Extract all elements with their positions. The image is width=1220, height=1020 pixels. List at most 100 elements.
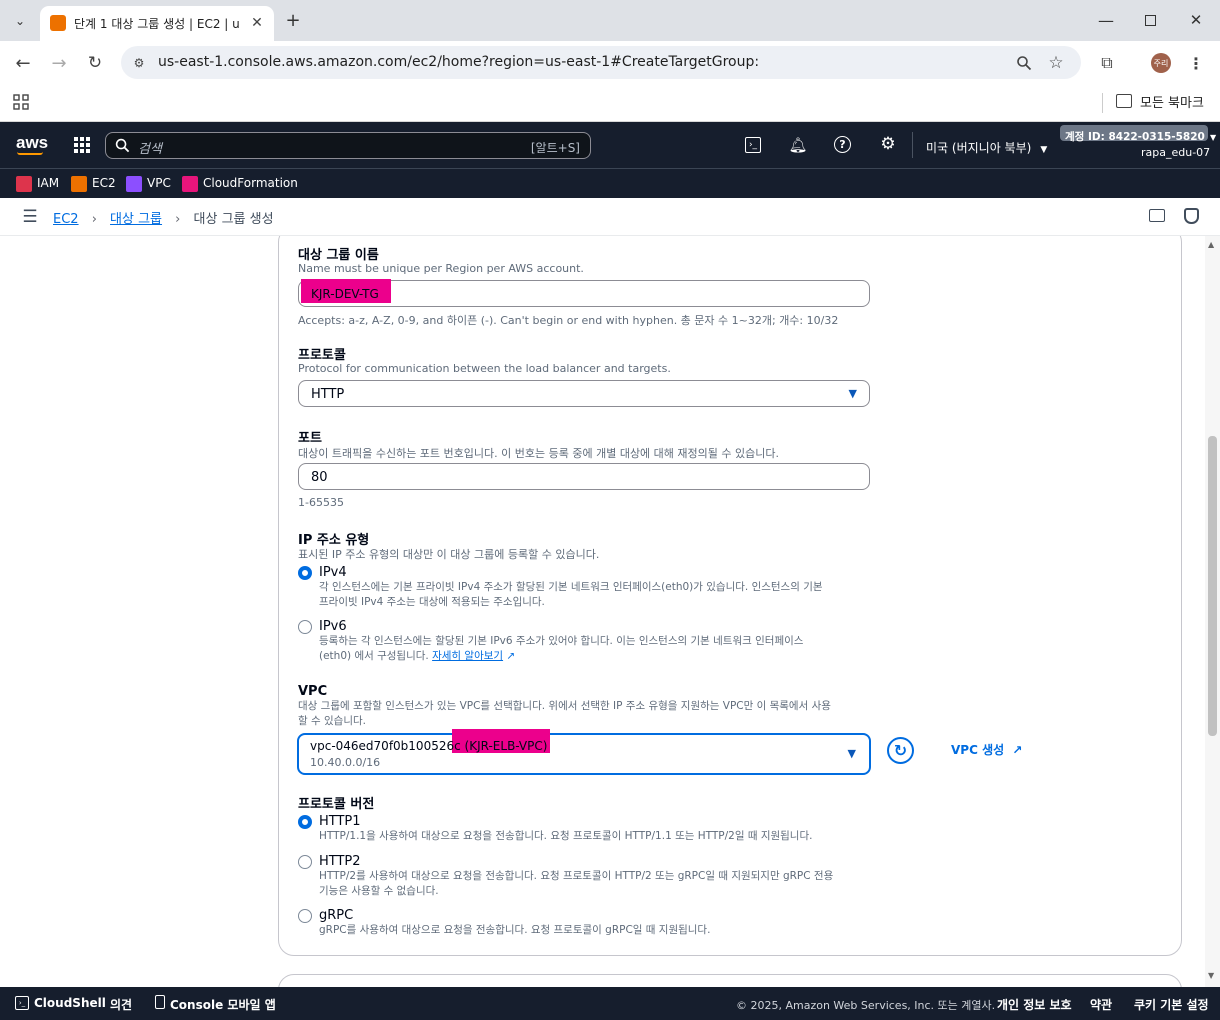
ipv4-desc-line1: 각 인스턴스에는 기본 프라이빗 IPv4 주소가 할당된 기본 네트워크 인터… bbox=[319, 581, 823, 593]
account-user[interactable]: rapa_edu-07 bbox=[1141, 146, 1210, 159]
vpc-desc-line1: 대상 그룹에 포함할 인스턴스가 있는 VPC를 선택합니다. 위에서 선택한 … bbox=[298, 700, 831, 712]
ipv6-label[interactable]: IPv6 bbox=[319, 619, 347, 634]
protocol-value: HTTP bbox=[311, 387, 345, 402]
search-placeholder: 검색 bbox=[138, 142, 162, 157]
region-caret-icon: ▼ bbox=[1040, 145, 1048, 155]
fav-iam[interactable]: IAM bbox=[37, 176, 59, 190]
grpc-label[interactable]: gRPC bbox=[319, 908, 353, 923]
search-shortcut: [알트+S] bbox=[530, 141, 580, 155]
breadcrumb-chevron-icon: › bbox=[175, 212, 181, 227]
mobile-app-icon bbox=[155, 995, 165, 1009]
port-hint: 1-65535 bbox=[298, 496, 344, 509]
target-group-name-input[interactable]: KJR-DEV-TG bbox=[298, 279, 870, 307]
close-tab-icon[interactable]: ✕ bbox=[248, 14, 266, 32]
bookmark-star-icon[interactable]: ☆ bbox=[1045, 52, 1067, 74]
aws-search-input[interactable]: 검색 [알트+S] bbox=[105, 132, 591, 159]
apps-grid-icon[interactable] bbox=[13, 94, 29, 110]
main-content: 대상 그룹 이름 Name must be unique per Region … bbox=[0, 236, 1220, 988]
footer-mobile-app[interactable]: Console 모바일 앱 bbox=[170, 996, 276, 1013]
reload-icon[interactable]: ↻ bbox=[84, 52, 106, 74]
http2-radio[interactable] bbox=[298, 855, 312, 869]
target-group-name-value: KJR-DEV-TG bbox=[311, 287, 379, 301]
help-icon[interactable]: ? bbox=[834, 136, 851, 153]
external-link-icon: ↗ bbox=[506, 650, 516, 662]
aws-logo[interactable]: aws bbox=[16, 133, 48, 153]
protocol-select[interactable]: HTTP ▼ bbox=[298, 380, 870, 407]
target-group-name-label: 대상 그룹 이름 bbox=[298, 248, 379, 263]
protocol-desc: Protocol for communication between the l… bbox=[298, 362, 671, 375]
ipv4-desc: 각 인스턴스에는 기본 프라이빗 IPv4 주소가 할당된 기본 네트워크 인터… bbox=[319, 580, 879, 610]
footer-cloudshell[interactable]: CloudShell bbox=[34, 996, 106, 1010]
back-icon[interactable]: ← bbox=[12, 52, 34, 74]
protocol-label: 프로토콜 bbox=[298, 348, 346, 363]
account-id-badge[interactable]: 계정 ID: 8422-0315-5820 ▼ bbox=[1060, 125, 1216, 143]
all-bookmarks-label[interactable]: 모든 북마크 bbox=[1140, 92, 1204, 111]
ipv6-radio[interactable] bbox=[298, 620, 312, 634]
feedback-panel-icon[interactable] bbox=[1149, 209, 1165, 222]
header-divider bbox=[912, 132, 913, 158]
search-icon bbox=[115, 138, 131, 154]
vpc-cidr: 10.40.0.0/16 bbox=[310, 756, 381, 769]
zoom-icon[interactable] bbox=[1013, 52, 1035, 74]
scroll-down-icon[interactable]: ▼ bbox=[1208, 971, 1214, 980]
http2-desc: HTTP/2를 사용하여 대상으로 요청을 전송합니다. 요청 프로토콜이 HT… bbox=[319, 869, 879, 899]
footer-cookies[interactable]: 쿠키 기본 설정 bbox=[1134, 996, 1209, 1013]
aws-logo-smile-icon bbox=[17, 152, 43, 155]
scrollbar-thumb[interactable] bbox=[1208, 436, 1217, 736]
services-menu-icon[interactable] bbox=[74, 137, 90, 153]
vpc-service-icon bbox=[126, 176, 142, 192]
minimize-icon[interactable]: — bbox=[1095, 9, 1117, 31]
notifications-bell-icon[interactable]: 🔔︎ bbox=[788, 135, 808, 155]
region-label: 미국 (버지니아 북부) bbox=[926, 141, 1032, 155]
forward-icon[interactable]: → bbox=[48, 52, 70, 74]
footer-terms[interactable]: 약관 bbox=[1090, 996, 1112, 1013]
caret-down-icon: ▼ bbox=[848, 387, 857, 400]
http1-label[interactable]: HTTP1 bbox=[319, 814, 361, 829]
learn-more-link[interactable]: 자세히 알아보기 bbox=[432, 650, 503, 662]
settings-gear-icon[interactable]: ⚙ bbox=[878, 134, 898, 154]
window-close-icon[interactable]: ✕ bbox=[1185, 9, 1207, 31]
fav-ec2[interactable]: EC2 bbox=[92, 176, 116, 190]
breadcrumb-target-groups[interactable]: 대상 그룹 bbox=[110, 212, 162, 227]
http1-radio[interactable] bbox=[298, 815, 312, 829]
extensions-icon[interactable]: ⧉ bbox=[1096, 52, 1118, 74]
footer-privacy[interactable]: 개인 정보 보호 bbox=[997, 996, 1072, 1013]
vpc-select[interactable]: vpc-046ed70f0b100526c (KJR-ELB-VPC) 10.4… bbox=[297, 729, 871, 775]
refresh-icon[interactable]: ↻ bbox=[887, 737, 914, 764]
footer-copyright: © 2025, Amazon Web Services, Inc. 또는 계열사… bbox=[736, 999, 996, 1012]
grpc-radio[interactable] bbox=[298, 909, 312, 923]
region-selector[interactable]: 미국 (버지니아 북부) ▼ bbox=[926, 137, 1047, 156]
port-desc: 대상이 트래픽을 수신하는 포트 번호입니다. 이 번호는 등록 중에 개별 대… bbox=[298, 447, 779, 460]
scrollbar-track[interactable]: ▲ ▼ bbox=[1205, 236, 1220, 988]
port-label: 포트 bbox=[298, 431, 322, 446]
profile-avatar[interactable]: 주리 bbox=[1151, 53, 1171, 73]
scroll-up-icon[interactable]: ▲ bbox=[1208, 240, 1214, 249]
bookmarks-bar: 모든 북마크 bbox=[0, 85, 1220, 122]
browser-menu-icon[interactable]: ⋮ bbox=[1186, 52, 1206, 74]
port-input[interactable]: 80 bbox=[298, 463, 870, 490]
cloudshell-icon[interactable]: ›_ bbox=[745, 137, 761, 153]
http2-label[interactable]: HTTP2 bbox=[319, 854, 361, 869]
breadcrumb-ec2[interactable]: EC2 bbox=[53, 212, 79, 227]
external-link-icon: ↗ bbox=[1012, 743, 1023, 757]
tab-search-icon[interactable]: ⌄ bbox=[8, 9, 32, 33]
security-shield-icon[interactable] bbox=[1184, 208, 1199, 224]
address-bar[interactable]: ⚙ us-east-1.console.aws.amazon.com/ec2/h… bbox=[121, 46, 1081, 79]
ipv4-radio[interactable] bbox=[298, 566, 312, 580]
site-info-icon[interactable]: ⚙ bbox=[129, 53, 149, 73]
bookmarks-divider bbox=[1102, 93, 1103, 113]
browser-tab-bar: ⌄ 단계 1 대상 그룹 생성 | EC2 | u ✕ + — ✕ bbox=[0, 0, 1220, 41]
iam-service-icon bbox=[16, 176, 32, 192]
maximize-icon[interactable] bbox=[1140, 10, 1160, 30]
vpc-desc-line2: 할 수 있습니다. bbox=[298, 715, 366, 727]
create-vpc-label: VPC 생성 bbox=[951, 743, 1005, 757]
browser-tab[interactable]: 단계 1 대상 그룹 생성 | EC2 | u ✕ bbox=[40, 6, 274, 41]
create-vpc-link[interactable]: VPC 생성 ↗ bbox=[951, 741, 1022, 758]
fav-vpc[interactable]: VPC bbox=[147, 176, 171, 190]
ipv4-label[interactable]: IPv4 bbox=[319, 565, 347, 580]
fav-cloudformation[interactable]: CloudFormation bbox=[203, 176, 298, 190]
footer-feedback[interactable]: 의견 bbox=[110, 996, 132, 1013]
hamburger-menu-icon[interactable]: ☰ bbox=[20, 207, 40, 227]
breadcrumb-chevron-icon: › bbox=[91, 212, 97, 227]
new-tab-icon[interactable]: + bbox=[282, 9, 304, 31]
